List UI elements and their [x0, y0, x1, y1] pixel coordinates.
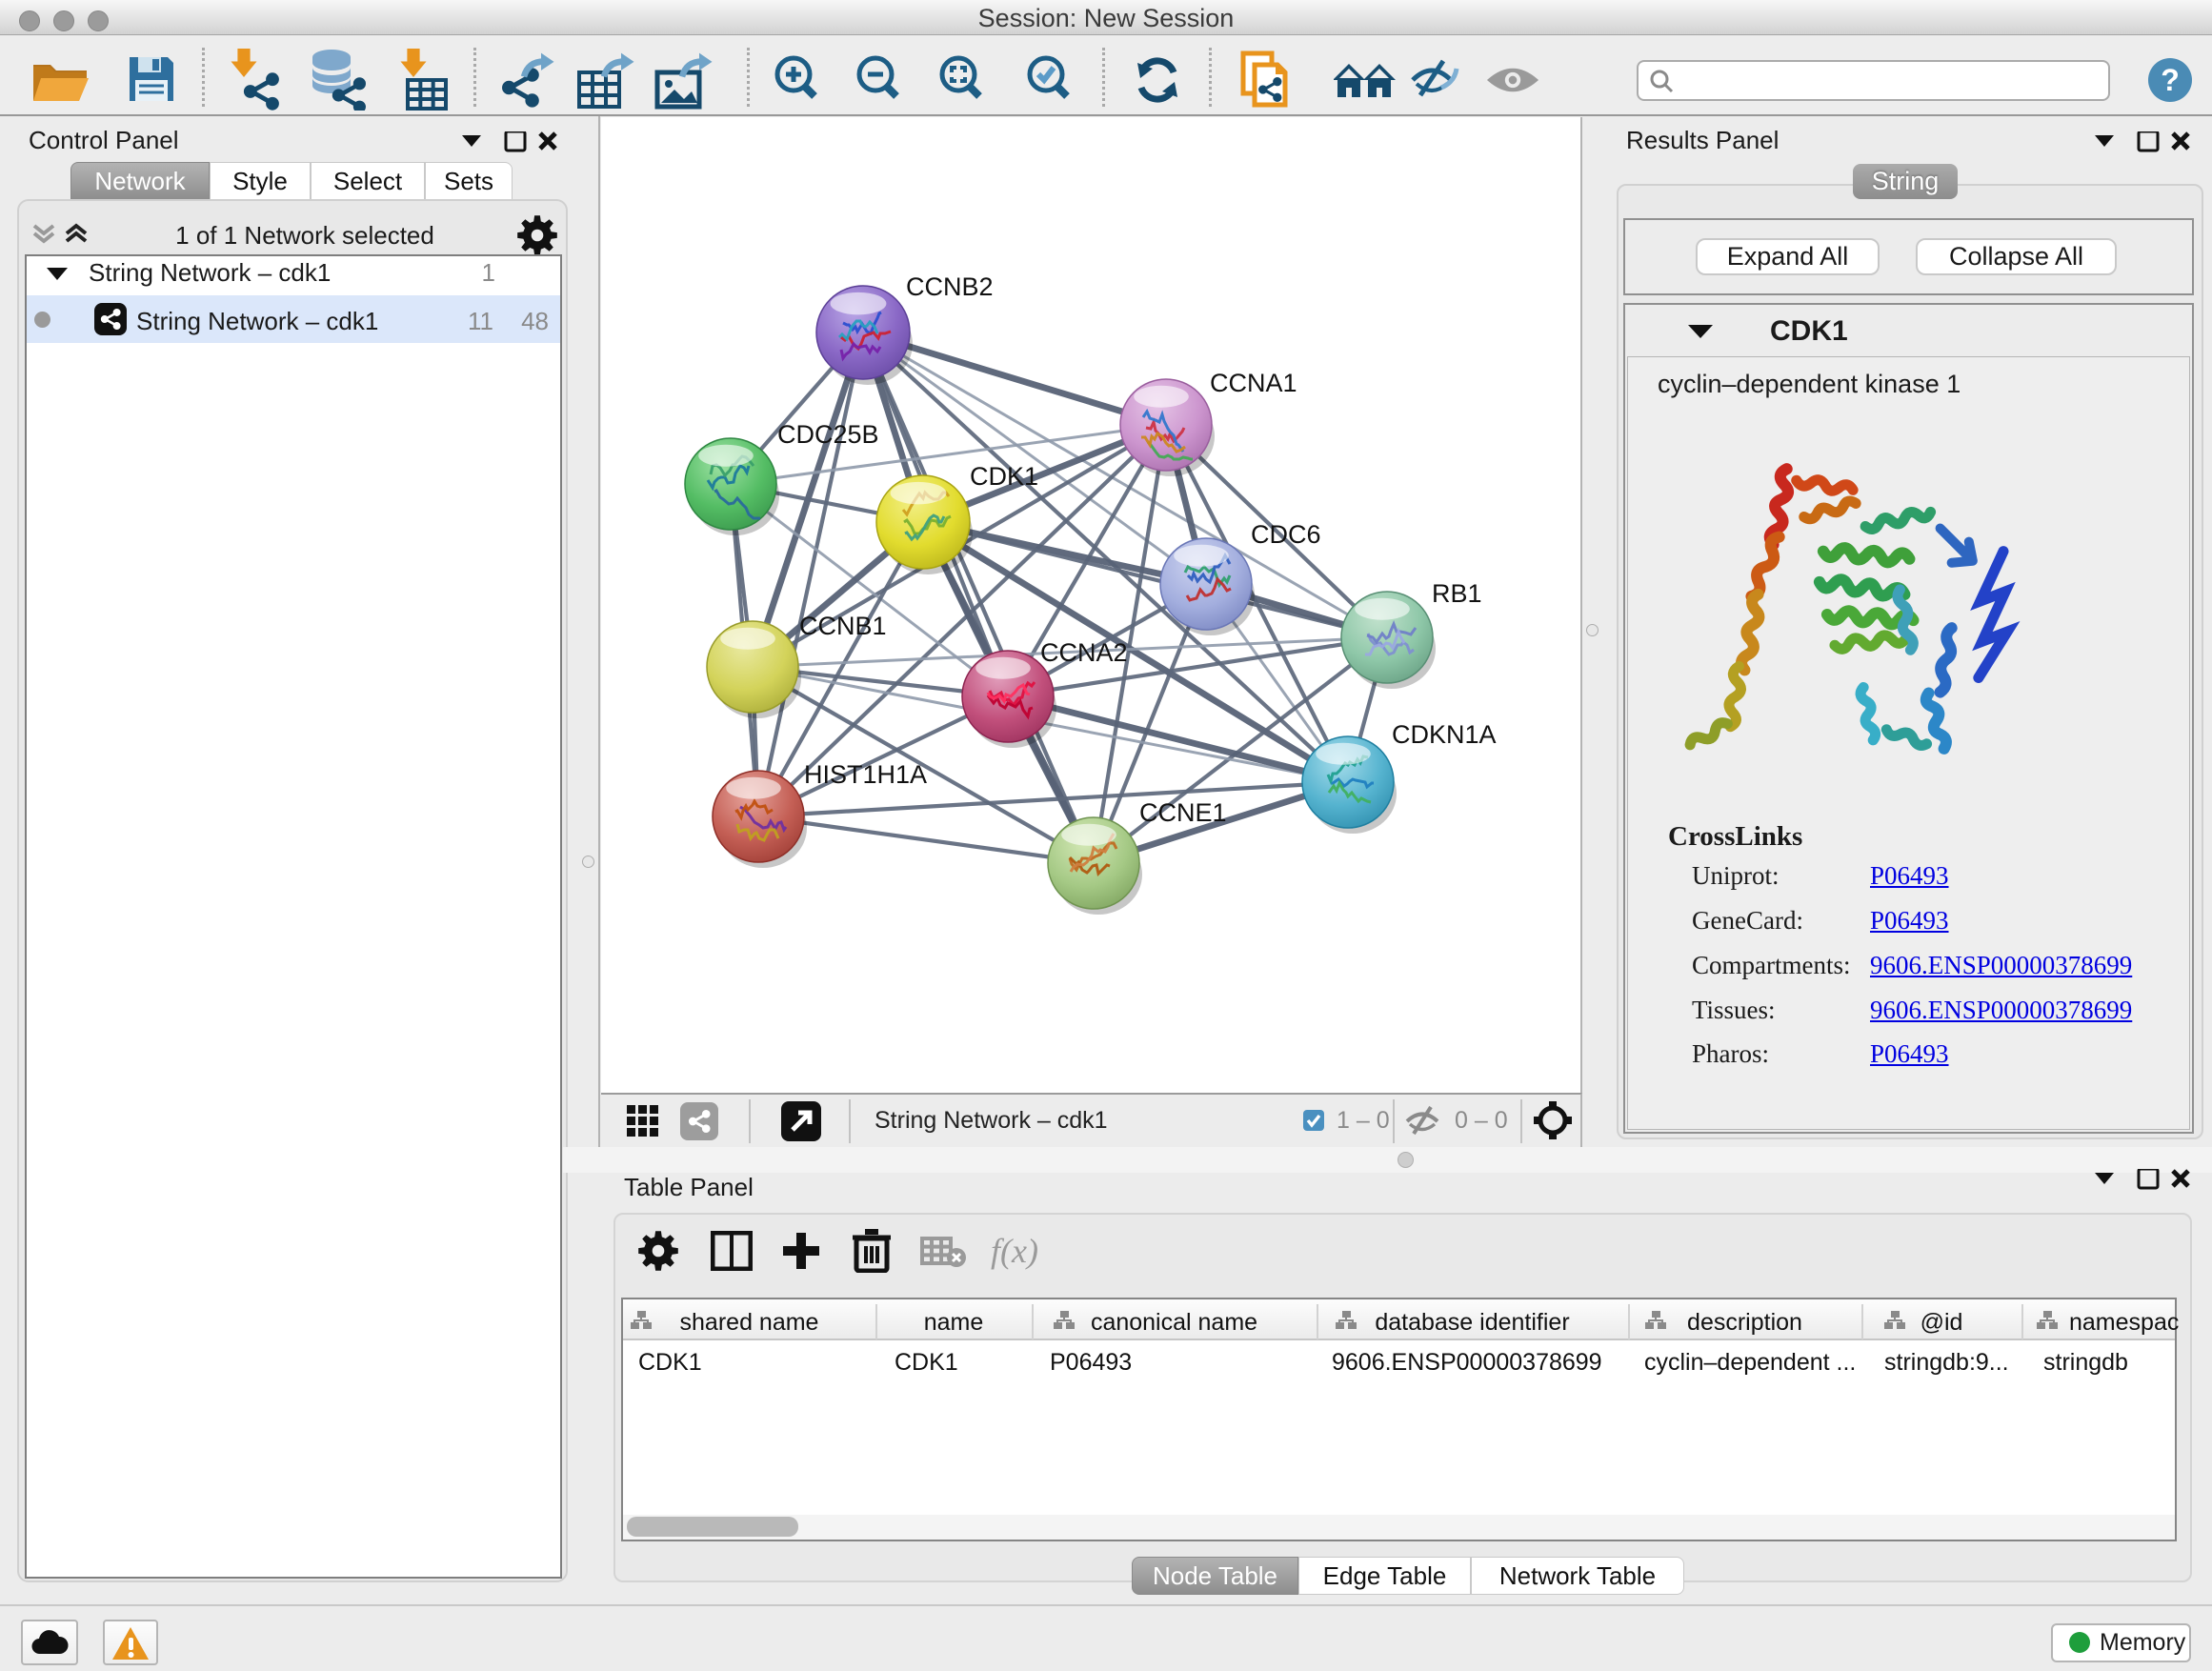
svg-text:CCNB2: CCNB2: [906, 272, 994, 301]
svg-text:RB1: RB1: [1432, 579, 1482, 608]
svg-text:CDC6: CDC6: [1251, 520, 1321, 549]
svg-text:CDKN1A: CDKN1A: [1392, 720, 1497, 749]
svg-text:CCNB1: CCNB1: [799, 612, 887, 640]
svg-text:CCNA2: CCNA2: [1040, 638, 1128, 667]
svg-text:CDK1: CDK1: [970, 462, 1038, 491]
svg-text:CCNE1: CCNE1: [1139, 798, 1227, 827]
svg-text:CDC25B: CDC25B: [777, 420, 879, 449]
svg-text:CCNA1: CCNA1: [1210, 369, 1297, 397]
svg-text:HIST1H1A: HIST1H1A: [804, 760, 927, 789]
